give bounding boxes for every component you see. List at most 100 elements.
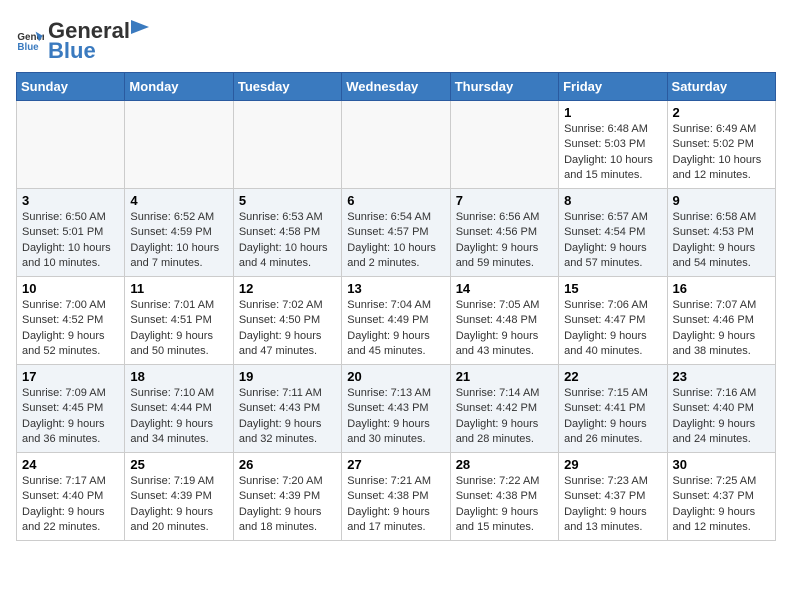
day-info: Sunrise: 7:21 AMSunset: 4:38 PMDaylight:… <box>347 474 444 536</box>
day-number: 11 <box>130 281 227 296</box>
day-info: Sunrise: 7:17 AMSunset: 4:40 PMDaylight:… <box>22 474 119 536</box>
calendar-day-cell: 6 Sunrise: 6:54 AMSunset: 4:57 PMDaylight… <box>342 189 450 277</box>
weekday-header: Saturday <box>667 73 775 101</box>
calendar-day-cell: 9 Sunrise: 6:58 AMSunset: 4:53 PMDaylight… <box>667 189 775 277</box>
calendar-day-cell: 17Sunrise: 7:09 AMSunset: 4:45 PMDayligh… <box>17 365 125 453</box>
calendar-week-row: 1 Sunrise: 6:48 AMSunset: 5:03 PMDaylight… <box>17 101 776 189</box>
calendar-day-cell: 15 Sunrise: 7:06 AMSunset: 4:47 PMDayligh… <box>559 277 667 365</box>
calendar-day-cell: 20Sunrise: 7:13 AMSunset: 4:43 PMDayligh… <box>342 365 450 453</box>
day-info: Sunrise: 7:15 AMSunset: 4:41 PMDaylight:… <box>564 386 661 448</box>
day-number: 4 <box>130 193 227 208</box>
day-info: Sunrise: 7:01 AMSunset: 4:51 PMDaylight:… <box>130 298 227 360</box>
calendar-day-cell: 4 Sunrise: 6:52 AMSunset: 4:59 PMDaylight… <box>125 189 233 277</box>
calendar-day-cell: 11 Sunrise: 7:01 AMSunset: 4:51 PMDayligh… <box>125 277 233 365</box>
weekday-header: Thursday <box>450 73 558 101</box>
calendar-day-cell: 27Sunrise: 7:21 AMSunset: 4:38 PMDayligh… <box>342 453 450 541</box>
calendar-day-cell: 8 Sunrise: 6:57 AMSunset: 4:54 PMDaylight… <box>559 189 667 277</box>
calendar-week-row: 17Sunrise: 7:09 AMSunset: 4:45 PMDayligh… <box>17 365 776 453</box>
day-number: 6 <box>347 193 444 208</box>
day-number: 18 <box>130 369 227 384</box>
calendar-day-cell: 21Sunrise: 7:14 AMSunset: 4:42 PMDayligh… <box>450 365 558 453</box>
calendar-day-cell: 28 Sunrise: 7:22 AMSunset: 4:38 PMDayligh… <box>450 453 558 541</box>
day-info: Sunrise: 6:57 AMSunset: 4:54 PMDaylight:… <box>564 210 661 272</box>
day-number: 13 <box>347 281 444 296</box>
day-info: Sunrise: 6:54 AMSunset: 4:57 PMDaylight:… <box>347 210 444 272</box>
calendar-day-cell: 1 Sunrise: 6:48 AMSunset: 5:03 PMDaylight… <box>559 101 667 189</box>
day-info: Sunrise: 7:25 AMSunset: 4:37 PMDaylight:… <box>673 474 770 536</box>
day-info: Sunrise: 7:20 AMSunset: 4:39 PMDaylight:… <box>239 474 336 536</box>
calendar-week-row: 24 Sunrise: 7:17 AMSunset: 4:40 PMDayligh… <box>17 453 776 541</box>
day-number: 8 <box>564 193 661 208</box>
day-info: Sunrise: 7:14 AMSunset: 4:42 PMDaylight:… <box>456 386 553 448</box>
day-info: Sunrise: 7:04 AMSunset: 4:49 PMDaylight:… <box>347 298 444 360</box>
day-info: Sunrise: 7:22 AMSunset: 4:38 PMDaylight:… <box>456 474 553 536</box>
svg-text:Blue: Blue <box>17 42 39 53</box>
day-info: Sunrise: 6:50 AMSunset: 5:01 PMDaylight:… <box>22 210 119 272</box>
day-info: Sunrise: 6:53 AMSunset: 4:58 PMDaylight:… <box>239 210 336 272</box>
day-number: 2 <box>673 105 770 120</box>
day-info: Sunrise: 7:06 AMSunset: 4:47 PMDaylight:… <box>564 298 661 360</box>
day-info: Sunrise: 7:13 AMSunset: 4:43 PMDaylight:… <box>347 386 444 448</box>
calendar-day-cell: 2 Sunrise: 6:49 AMSunset: 5:02 PMDaylight… <box>667 101 775 189</box>
calendar-day-cell: 29Sunrise: 7:23 AMSunset: 4:37 PMDayligh… <box>559 453 667 541</box>
day-number: 16 <box>673 281 770 296</box>
weekday-header: Monday <box>125 73 233 101</box>
calendar-day-cell: 22 Sunrise: 7:15 AMSunset: 4:41 PMDayligh… <box>559 365 667 453</box>
day-number: 9 <box>673 193 770 208</box>
weekday-header: Wednesday <box>342 73 450 101</box>
day-number: 25 <box>130 457 227 472</box>
day-info: Sunrise: 7:02 AMSunset: 4:50 PMDaylight:… <box>239 298 336 360</box>
weekday-header: Sunday <box>17 73 125 101</box>
calendar-day-cell: 18Sunrise: 7:10 AMSunset: 4:44 PMDayligh… <box>125 365 233 453</box>
calendar-table: SundayMondayTuesdayWednesdayThursdayFrid… <box>16 72 776 541</box>
day-number: 22 <box>564 369 661 384</box>
calendar-day-cell <box>450 101 558 189</box>
day-number: 14 <box>456 281 553 296</box>
day-info: Sunrise: 7:07 AMSunset: 4:46 PMDaylight:… <box>673 298 770 360</box>
calendar-day-cell: 7 Sunrise: 6:56 AMSunset: 4:56 PMDaylight… <box>450 189 558 277</box>
page-header: General Blue General Blue <box>16 16 776 64</box>
calendar-day-cell: 25Sunrise: 7:19 AMSunset: 4:39 PMDayligh… <box>125 453 233 541</box>
calendar-week-row: 10Sunrise: 7:00 AMSunset: 4:52 PMDayligh… <box>17 277 776 365</box>
weekday-header: Friday <box>559 73 667 101</box>
calendar-day-cell <box>233 101 341 189</box>
day-number: 23 <box>673 369 770 384</box>
day-info: Sunrise: 6:58 AMSunset: 4:53 PMDaylight:… <box>673 210 770 272</box>
calendar-day-cell: 23 Sunrise: 7:16 AMSunset: 4:40 PMDayligh… <box>667 365 775 453</box>
day-number: 17 <box>22 369 119 384</box>
day-number: 19 <box>239 369 336 384</box>
calendar-day-cell: 30 Sunrise: 7:25 AMSunset: 4:37 PMDayligh… <box>667 453 775 541</box>
day-number: 1 <box>564 105 661 120</box>
calendar-day-cell: 26Sunrise: 7:20 AMSunset: 4:39 PMDayligh… <box>233 453 341 541</box>
day-number: 7 <box>456 193 553 208</box>
day-number: 30 <box>673 457 770 472</box>
calendar-day-cell: 3Sunrise: 6:50 AMSunset: 5:01 PMDaylight… <box>17 189 125 277</box>
logo: General Blue General Blue <box>16 16 152 64</box>
day-number: 15 <box>564 281 661 296</box>
calendar-day-cell: 16 Sunrise: 7:07 AMSunset: 4:46 PMDayligh… <box>667 277 775 365</box>
calendar-day-cell <box>125 101 233 189</box>
logo-arrow-icon <box>131 16 151 38</box>
day-info: Sunrise: 7:16 AMSunset: 4:40 PMDaylight:… <box>673 386 770 448</box>
day-info: Sunrise: 6:49 AMSunset: 5:02 PMDaylight:… <box>673 122 770 184</box>
day-number: 29 <box>564 457 661 472</box>
calendar-day-cell <box>17 101 125 189</box>
calendar-day-cell: 24 Sunrise: 7:17 AMSunset: 4:40 PMDayligh… <box>17 453 125 541</box>
calendar-body: 1 Sunrise: 6:48 AMSunset: 5:03 PMDaylight… <box>17 101 776 541</box>
day-info: Sunrise: 6:52 AMSunset: 4:59 PMDaylight:… <box>130 210 227 272</box>
calendar-day-cell: 5 Sunrise: 6:53 AMSunset: 4:58 PMDaylight… <box>233 189 341 277</box>
day-number: 12 <box>239 281 336 296</box>
header-row: SundayMondayTuesdayWednesdayThursdayFrid… <box>17 73 776 101</box>
day-info: Sunrise: 7:11 AMSunset: 4:43 PMDaylight:… <box>239 386 336 448</box>
day-info: Sunrise: 6:48 AMSunset: 5:03 PMDaylight:… <box>564 122 661 184</box>
calendar-day-cell: 14 Sunrise: 7:05 AMSunset: 4:48 PMDayligh… <box>450 277 558 365</box>
day-info: Sunrise: 6:56 AMSunset: 4:56 PMDaylight:… <box>456 210 553 272</box>
calendar-header: SundayMondayTuesdayWednesdayThursdayFrid… <box>17 73 776 101</box>
day-info: Sunrise: 7:05 AMSunset: 4:48 PMDaylight:… <box>456 298 553 360</box>
calendar-day-cell: 19 Sunrise: 7:11 AMSunset: 4:43 PMDayligh… <box>233 365 341 453</box>
day-number: 24 <box>22 457 119 472</box>
day-number: 28 <box>456 457 553 472</box>
day-number: 5 <box>239 193 336 208</box>
calendar-day-cell <box>342 101 450 189</box>
logo-icon: General Blue <box>16 26 44 54</box>
